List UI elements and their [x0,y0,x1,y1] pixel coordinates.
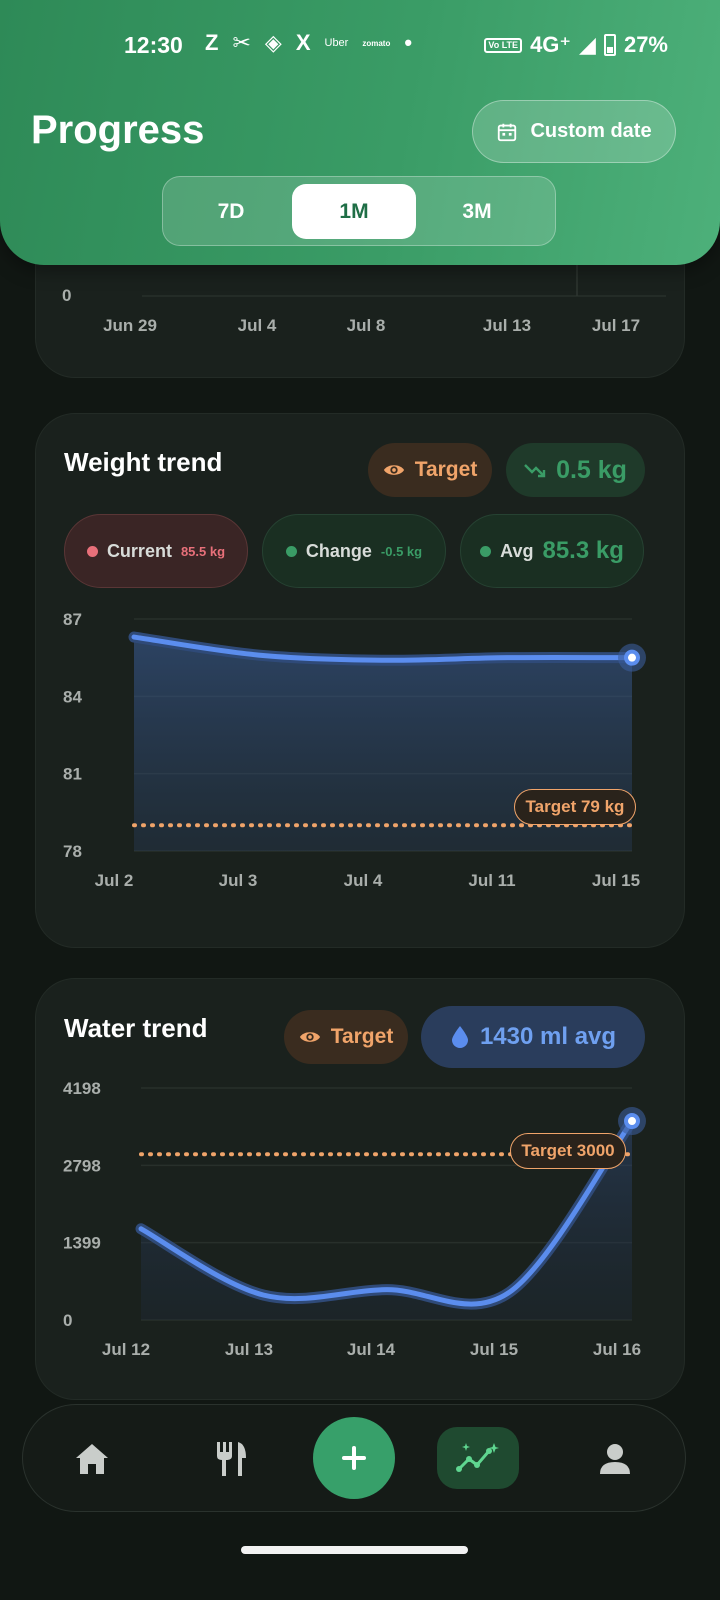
x-tick: Jul 13 [483,316,531,335]
battery-level: 27% [623,32,668,57]
range-selector: 7D 1M 3M [162,176,556,246]
x-tick: Jul 4 [238,316,277,335]
y-tick-label: 1399 [63,1234,101,1253]
zomato-icon: zomato [362,38,391,48]
app-icon: ◈ [264,30,282,55]
home-indicator[interactable] [241,1546,468,1554]
x-tick-label: Jul 14 [347,1340,396,1359]
battery-icon [603,34,616,56]
x-tick-label: Jul 15 [470,1340,518,1359]
custom-date-button[interactable]: Custom date [472,100,676,163]
weight-trend-card: Weight trend Target 0.5 kg Current 85.5 … [35,413,685,948]
nav-profile[interactable] [583,1427,647,1491]
nav-meals[interactable] [199,1427,263,1491]
y-tick-zero: 0 [62,286,71,305]
uber-icon: Uber [324,37,349,49]
status-time: 12:30 [124,32,183,58]
y-tick-label: 87 [63,610,82,629]
add-icon [342,1446,366,1470]
z-app-icon: Z [205,30,219,55]
range-7d[interactable]: 7D [169,184,293,239]
x-tick-label: Jul 2 [95,871,134,890]
water-chart: 4198 2798 1399 0 Jul 12 Jul 13 Jul 14 Jul 15 Jul… [63,1079,646,1359]
header: 12:30 Z ✂ ◈ X Uber zomato • Vo LTE 4G⁺ ◢… [0,0,720,265]
weight-target-label: Target 79 kg [514,789,636,825]
y-tick-label: 0 [63,1311,72,1330]
y-tick-label: 2798 [63,1156,101,1175]
nav-home[interactable] [60,1427,124,1491]
signal-icon: ◢ [579,32,596,57]
system-icons: Vo LTE 4G⁺ ◢ 27% [484,32,668,58]
trending-icon [456,1443,499,1472]
x-tick-label: Jul 13 [225,1340,273,1359]
add-button[interactable] [313,1417,395,1499]
x-tick-label: Jul 3 [219,871,258,890]
weight-chart: 87 84 81 78 Jul 2 Jul 3 Jul 4 Jul 11 Jul 15 [63,610,646,890]
nav-progress[interactable] [437,1427,519,1489]
status-bar: 12:30 Z ✂ ◈ X Uber zomato • Vo LTE 4G⁺ ◢… [0,28,720,62]
y-tick-label: 81 [63,765,82,784]
x-app-icon: X [295,30,311,55]
page-title: Progress [31,108,205,152]
water-target-label: Target 3000 [510,1133,626,1169]
dot-icon: • [404,30,413,55]
home-icon [76,1444,108,1474]
scissors-icon: ✂ [232,30,251,55]
range-1m[interactable]: 1M [292,184,416,239]
volte-icon: Vo LTE [484,37,523,53]
x-tick-label: Jul 4 [344,871,383,890]
x-tick: Jun 29 [103,316,157,335]
x-tick-label: Jul 16 [593,1340,641,1359]
y-tick-label: 84 [63,687,82,706]
last-point-center [628,1117,636,1126]
range-3m[interactable]: 3M [415,184,539,239]
bottom-nav [22,1404,686,1512]
person-icon [600,1444,630,1474]
x-tick: Jul 17 [592,316,640,335]
y-tick-label: 4198 [63,1079,101,1098]
restaurant-icon [217,1442,246,1476]
y-tick-label: 78 [63,842,82,861]
x-tick-label: Jul 11 [468,871,515,890]
calendar-icon [498,123,517,141]
notification-icons: Z ✂ ◈ X Uber zomato • [205,30,412,56]
last-point-center [628,653,636,662]
water-trend-card: Water trend Target 1430 ml avg 4198 2798 1… [35,978,685,1400]
x-tick-label: Jul 12 [102,1340,150,1359]
network-label: 4G⁺ [530,32,572,57]
custom-date-label: Custom date [530,120,652,142]
x-tick-label: Jul 15 [592,871,640,890]
x-tick: Jul 8 [347,316,386,335]
